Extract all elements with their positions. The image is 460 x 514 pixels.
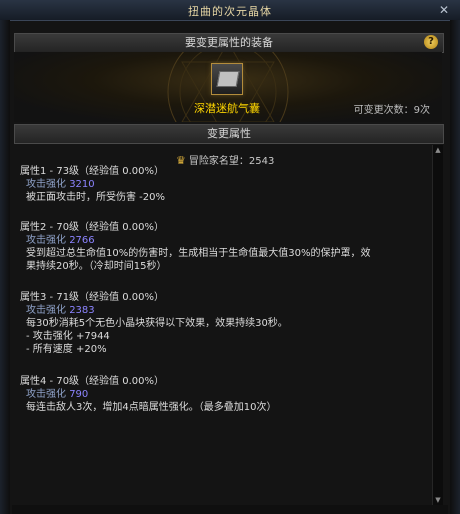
fame-row: ♛ 冒险家名望：2543 (176, 152, 274, 167)
attribute-desc-line: 每30秒消耗5个无色小晶块获得以下效果，效果持续30秒。 (26, 318, 288, 329)
attribute-stat-row: 攻击强化 3210 (20, 178, 165, 191)
attribute-title: 属性2 - 70级（经验值 0.00%） (20, 222, 164, 233)
fame-crown-icon: ♛ (176, 154, 186, 167)
close-icon[interactable]: ✕ (436, 2, 452, 18)
scrollbar[interactable]: ▲ ▼ (432, 145, 443, 505)
stat-value: 3210 (69, 179, 95, 190)
stat-name: 攻击强化 (26, 305, 66, 316)
fame-label: 冒险家名望：2543 (188, 156, 275, 167)
stat-name: 攻击强化 (26, 389, 66, 400)
change-count-label: 可变更次数：9次 (353, 105, 430, 116)
attribute-desc-line: - 攻击强化 +7944 (26, 331, 110, 342)
dialog-window: 扭曲的次元晶体 ✕ 要变更属性的装备 ? 深潜迷航气囊 可变更次数：9次 变更属… (0, 0, 460, 514)
attribute-block-2[interactable]: 属性2 - 70级（经验值 0.00%） 攻击强化 2766 受到超过总生命值1… (20, 221, 370, 273)
attribute-block-1[interactable]: 属性1 - 73级（经验值 0.00%） 攻击强化 3210 被正面攻击时，所受… (20, 165, 165, 204)
stat-value: 790 (69, 389, 89, 400)
attribute-desc-line: 受到超过总生命值10%的伤害时，生成相当于生命值最大值30%的保护罩，效 (26, 248, 371, 259)
attribute-desc-line: - 所有速度 +20% (26, 344, 107, 355)
stat-value: 2766 (69, 235, 95, 246)
bottom-frame (12, 505, 448, 514)
attribute-stat-row: 攻击强化 2383 (20, 304, 288, 317)
attribute-title: 属性3 - 71级（经验值 0.00%） (20, 292, 164, 303)
attribute-desc-line: 被正面攻击时，所受伤害 -20% (26, 192, 166, 203)
help-icon[interactable]: ? (424, 35, 438, 49)
attribute-desc-line: 果持续20秒。（冷却时间15秒） (26, 261, 167, 272)
attribute-title: 属性4 - 70级（经验值 0.00%） (20, 376, 164, 387)
title-bar[interactable]: 扭曲的次元晶体 ✕ (0, 0, 460, 21)
scroll-up-icon[interactable]: ▲ (433, 145, 443, 155)
attribute-block-4[interactable]: 属性4 - 70级（经验值 0.00%） 攻击强化 790 每连击敌人3次，增加… (20, 375, 276, 414)
stat-name: 攻击强化 (26, 179, 66, 190)
attribute-desc-line: 每连击敌人3次，增加4点暗属性强化。（最多叠加10次） (26, 402, 277, 413)
attribute-stat-row: 攻击强化 2766 (20, 234, 370, 247)
stat-value: 2383 (69, 305, 95, 316)
equip-slot[interactable] (211, 63, 243, 95)
stat-name: 攻击强化 (26, 235, 66, 246)
left-frame (0, 20, 10, 514)
change-section-header: 变更属性 (14, 124, 444, 144)
attribute-block-3[interactable]: 属性3 - 71级（经验值 0.00%） 攻击强化 2383 每30秒消耗5个无… (20, 291, 288, 356)
attribute-title: 属性1 - 73级（经验值 0.00%） (20, 166, 164, 177)
attribute-stat-row: 攻击强化 790 (20, 388, 276, 401)
scroll-down-icon[interactable]: ▼ (433, 495, 443, 505)
right-frame (450, 20, 460, 514)
window-title: 扭曲的次元晶体 (188, 5, 272, 18)
equip-section-header: 要变更属性的装备 (14, 33, 444, 53)
equip-item-name: 深潜迷航气囊 (194, 102, 260, 115)
airbag-item-icon (216, 71, 240, 87)
